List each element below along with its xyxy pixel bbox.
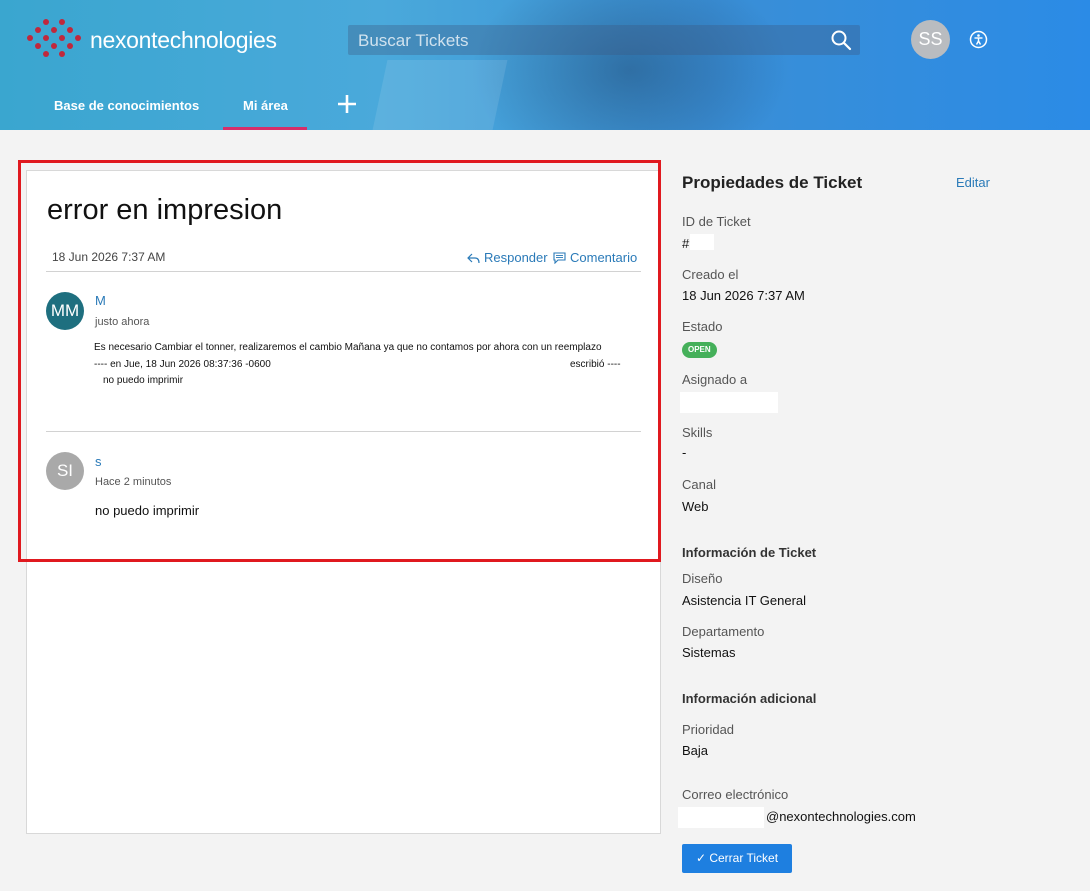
message-time: Hace 2 minutos <box>95 476 172 488</box>
status-badge: OPEN <box>682 342 717 358</box>
ticket-created-date: 18 Jun 2026 7:37 AM <box>52 250 166 264</box>
brand-name[interactable]: nexontechnologies <box>90 27 277 54</box>
priority-value: Baja <box>682 743 709 758</box>
message-author[interactable]: s <box>95 454 102 469</box>
search-placeholder: Buscar Tickets <box>358 31 469 50</box>
email-label: Correo electrónico <box>682 787 789 802</box>
priority-label: Prioridad <box>682 722 735 737</box>
divider <box>46 271 641 272</box>
logo-icon[interactable] <box>26 18 82 58</box>
ticket-title: error en impresion <box>47 194 283 226</box>
design-value: Asistencia IT General <box>682 593 807 608</box>
search-icon[interactable] <box>830 29 852 51</box>
email-value: @nexontechnologies.com <box>766 809 916 824</box>
comment-icon <box>553 252 566 265</box>
comment-button[interactable]: Comentario <box>553 250 637 265</box>
avatar: SI <box>46 452 84 490</box>
status-label: Estado <box>682 319 723 334</box>
message-time: justo ahora <box>95 316 150 328</box>
redacted-email-user <box>678 807 764 828</box>
message-quote-header-end: escribió ---- <box>570 359 621 370</box>
reply-icon <box>467 253 480 264</box>
message-body-line: Es necesario Cambiar el tonner, realizar… <box>94 342 602 353</box>
ticket-panel <box>26 170 661 834</box>
message-body: no puedo imprimir <box>95 503 200 518</box>
message-quote-header: ---- en Jue, 18 Jun 2026 08:37:36 -0600 <box>94 359 271 370</box>
user-avatar[interactable]: SS <box>911 20 950 59</box>
skills-value: - <box>682 445 687 460</box>
add-icon[interactable] <box>336 93 358 115</box>
nav-my-area[interactable]: Mi área <box>243 98 288 113</box>
ticket-info-heading: Información de Ticket <box>682 545 817 560</box>
message-quoted-text: no puedo imprimir <box>103 375 184 386</box>
check-icon: ✓ <box>695 851 710 865</box>
divider <box>46 431 641 432</box>
redacted-assignee <box>680 392 778 413</box>
accessibility-icon[interactable] <box>969 30 988 49</box>
channel-value: Web <box>682 499 709 514</box>
skills-label: Skills <box>682 425 713 440</box>
reply-label: Responder <box>484 250 548 265</box>
created-value: 18 Jun 2026 7:37 AM <box>682 288 805 303</box>
design-label: Diseño <box>682 571 723 586</box>
channel-label: Canal <box>682 477 716 492</box>
search-input[interactable]: Buscar Tickets <box>348 25 860 55</box>
ticket-id-label: ID de Ticket <box>682 214 751 229</box>
close-ticket-button[interactable]: ✓ Cerrar Ticket <box>682 844 792 873</box>
created-label: Creado el <box>682 267 739 282</box>
department-value: Sistemas <box>682 645 736 660</box>
redacted-id <box>690 234 714 250</box>
comment-label: Comentario <box>570 250 638 265</box>
ticket-id-value: # <box>682 236 690 251</box>
avatar: MM <box>46 292 84 330</box>
reply-button[interactable]: Responder <box>467 250 548 265</box>
close-ticket-label: Cerrar Ticket <box>709 851 779 865</box>
assigned-label: Asignado a <box>682 372 748 387</box>
nav-knowledge-base[interactable]: Base de conocimientos <box>54 98 199 113</box>
department-label: Departamento <box>682 624 765 639</box>
properties-title: Propiedades de Ticket <box>682 173 863 192</box>
additional-info-heading: Información adicional <box>682 691 817 706</box>
message-author[interactable]: M <box>95 293 106 308</box>
top-header: nexontechnologies Buscar Tickets SS Base… <box>0 0 1090 130</box>
active-tab-indicator <box>223 127 307 130</box>
edit-link[interactable]: Editar <box>956 175 990 190</box>
